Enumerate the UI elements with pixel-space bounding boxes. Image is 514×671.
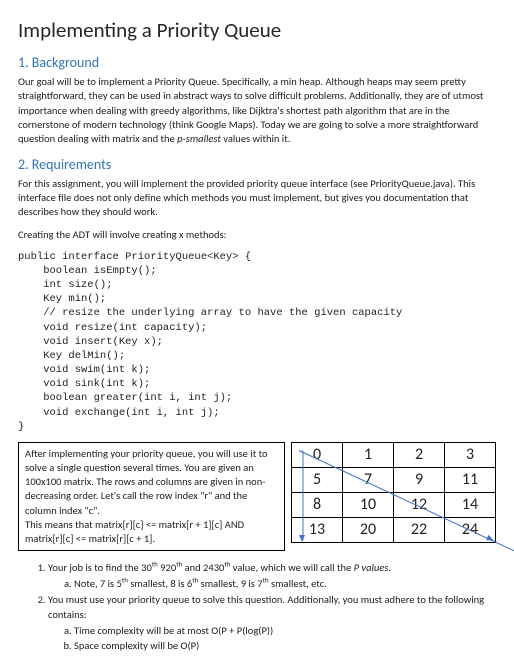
sub-list: Note, 7 is 5th smallest, 8 is 6th smalle… (48, 577, 496, 591)
matrix-wrap: 0 1 2 3 5 7 9 11 8 10 12 14 1 3 20 22 2 (291, 442, 496, 551)
cell: 3 (445, 442, 496, 467)
code-block-interface: public interface PriorityQueue<Key> { bo… (18, 250, 496, 434)
section-heading-requirements: 2. Requirements (18, 156, 496, 175)
text: and 2430 (182, 561, 224, 574)
em-p-smallest: p-smallest (177, 132, 221, 145)
task-list: Your job is to find the 30th 920th and 2… (18, 561, 496, 653)
background-paragraph: Our goal will be to implement a Priority… (18, 75, 496, 146)
list-item: You must use your priority queue to solv… (48, 593, 496, 653)
table-row: 5 7 9 11 (292, 467, 496, 492)
cell: 7 (343, 467, 394, 492)
text: After implementing your priority queue, … (25, 447, 268, 517)
cell: 0 (292, 442, 343, 467)
em-p-values: P values (354, 561, 389, 574)
requirements-p1: For this assignment, you will implement … (18, 177, 496, 220)
text: smallest, 9 is 7 (198, 577, 262, 590)
table-row: 0 1 2 3 (292, 442, 496, 467)
list-item: Note, 7 is 5th smallest, 8 is 6th smalle… (74, 577, 496, 591)
cell: 20 (343, 517, 394, 542)
cell: 14 (445, 492, 496, 517)
text: This means that matrix[r][c] <= matrix[r… (25, 518, 244, 545)
text: Your job is to find the 30 (48, 561, 152, 574)
cell: 2 (394, 442, 445, 467)
matrix-description-box: After implementing your priority queue, … (18, 442, 285, 551)
description-and-matrix-row: After implementing your priority queue, … (18, 442, 496, 551)
text: Note, 7 is 5 (74, 577, 122, 590)
text: 920 (158, 561, 176, 574)
cell: 1 (343, 442, 394, 467)
requirements-p2: Creating the ADT will involve creating x… (18, 228, 496, 242)
cell: 9 (394, 467, 445, 492)
cell: 10 (343, 492, 394, 517)
text: values within it. (221, 132, 290, 145)
sub-list: Time complexity will be at most O(P + P(… (48, 624, 496, 653)
cell: 11 (445, 467, 496, 492)
text: . (388, 561, 391, 574)
down-arrow-head (299, 535, 305, 542)
list-item: Time complexity will be at most O(P + P(… (74, 624, 496, 638)
page-title: Implementing a Priority Queue (18, 16, 496, 44)
table-row: 13 20 22 24 (292, 517, 496, 542)
cell: 22 (394, 517, 445, 542)
text: value, which we will call the (230, 561, 353, 574)
cell: 5 (292, 467, 343, 492)
table-row: 8 10 12 14 (292, 492, 496, 517)
list-item: Space complexity will be O(P) (74, 639, 496, 653)
list-item: Your job is to find the 30th 920th and 2… (48, 561, 496, 591)
down-arrow-line (303, 450, 304, 540)
section-heading-background: 1. Background (18, 54, 496, 73)
text: smallest, etc. (269, 577, 327, 590)
text: smallest, 8 is 6 (128, 577, 192, 590)
cell: 8 (292, 492, 343, 517)
text: You must use your priority queue to solv… (48, 593, 484, 620)
